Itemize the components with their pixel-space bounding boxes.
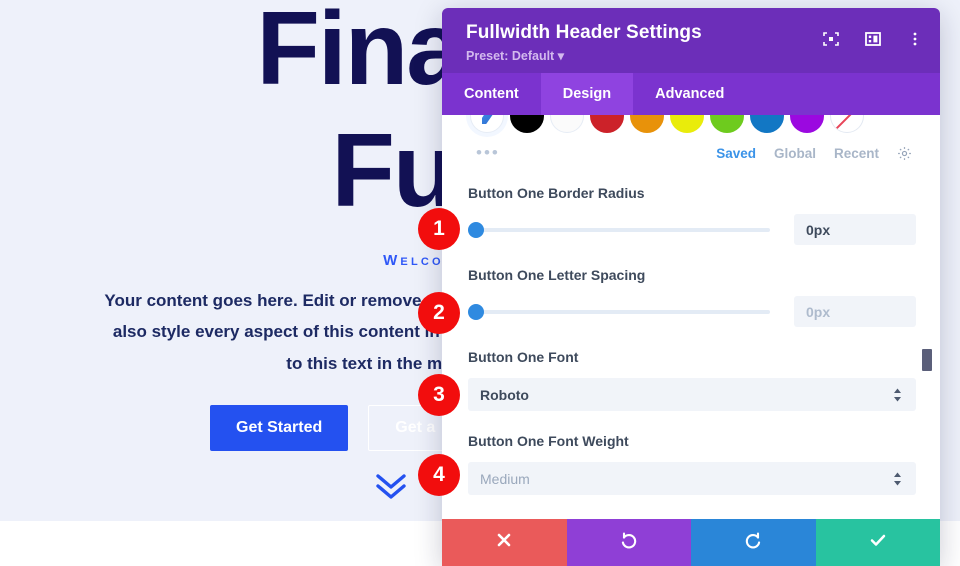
save-button[interactable]: [815, 519, 940, 566]
palette-meta-row: ••• Saved Global Recent: [468, 143, 916, 163]
swatch-orange[interactable]: [630, 115, 664, 133]
double-chevron-down-icon[interactable]: [370, 469, 412, 501]
border-radius-input[interactable]: [794, 214, 916, 245]
filter-global[interactable]: Global: [774, 146, 816, 161]
layout-panel-icon[interactable]: [864, 30, 882, 48]
callout-badge-1: 1: [418, 208, 460, 250]
modal-header: Fullwidth Header Settings Preset: Defaul…: [442, 8, 940, 73]
tab-advanced[interactable]: Advanced: [633, 73, 746, 115]
palette-filter-links: Saved Global Recent: [716, 146, 912, 161]
get-started-button[interactable]: Get Started: [210, 404, 349, 451]
cancel-button[interactable]: [442, 519, 567, 566]
more-options-dots[interactable]: •••: [468, 143, 500, 163]
panel-scrollbar-track[interactable]: [922, 115, 937, 519]
panel-scrollbar-thumb[interactable]: [922, 349, 932, 371]
gear-icon[interactable]: [897, 146, 912, 161]
modal-footer: [442, 519, 940, 566]
caret-down-icon: ▾: [557, 49, 564, 63]
settings-panel: ••• Saved Global Recent Button One Borde…: [442, 115, 940, 519]
field-button-one-letter-spacing: Button One Letter Spacing: [468, 267, 916, 327]
slider-row: [468, 296, 916, 327]
swatch-blue[interactable]: [750, 115, 784, 133]
slider-track: [468, 309, 770, 314]
custom-color-picker[interactable]: [470, 115, 504, 133]
checkmark-icon: [868, 530, 888, 555]
modal-header-icons: [822, 30, 924, 48]
callout-badge-3: 3: [418, 374, 460, 416]
settings-modal: Fullwidth Header Settings Preset: Defaul…: [442, 8, 940, 566]
swatch-none[interactable]: [830, 115, 864, 133]
field-button-one-font: Button One Font Roboto: [468, 349, 916, 411]
field-label: Button One Font Weight: [468, 433, 629, 449]
field-label: Button One Letter Spacing: [468, 267, 646, 283]
slider-thumb[interactable]: [468, 303, 484, 320]
swatch-green[interactable]: [710, 115, 744, 133]
settings-scroll-area: ••• Saved Global Recent Button One Borde…: [442, 115, 940, 519]
color-swatch-row: [468, 115, 916, 139]
callout-badge-4: 4: [418, 454, 460, 496]
swatch-black[interactable]: [510, 115, 544, 133]
swatch-red[interactable]: [590, 115, 624, 133]
filter-saved[interactable]: Saved: [716, 146, 756, 161]
screen: Finan Futu Welcome to D Your content goe…: [0, 0, 960, 566]
font-select[interactable]: Roboto: [468, 378, 916, 411]
tab-content[interactable]: Content: [442, 73, 541, 115]
swatch-yellow[interactable]: [670, 115, 704, 133]
slider-thumb[interactable]: [468, 221, 484, 238]
modal-tabs: Content Design Advanced: [442, 73, 940, 115]
letter-spacing-slider[interactable]: [468, 303, 794, 321]
swatch-purple[interactable]: [790, 115, 824, 133]
select-arrows-icon: [893, 471, 902, 486]
undo-button[interactable]: [566, 519, 691, 566]
preset-dropdown[interactable]: Preset: Default ▾: [466, 48, 922, 63]
filter-recent[interactable]: Recent: [834, 146, 879, 161]
font-select-value: Roboto: [468, 378, 916, 411]
swatch-white[interactable]: [550, 115, 584, 133]
redo-button[interactable]: [691, 519, 816, 566]
field-button-one-font-weight: Button One Font Weight Medium: [468, 433, 916, 495]
more-vertical-icon[interactable]: [906, 30, 924, 48]
select-arrows-icon: [893, 387, 902, 402]
undo-icon: [619, 530, 639, 555]
field-label: Button One Border Radius: [468, 185, 645, 201]
close-x-icon: [494, 530, 514, 555]
field-button-one-border-radius: Button One Border Radius: [468, 185, 916, 245]
slider-track: [468, 227, 770, 232]
border-radius-slider[interactable]: [468, 221, 794, 239]
preset-label: Preset: Default: [466, 49, 555, 63]
callout-badge-2: 2: [418, 292, 460, 334]
letter-spacing-input[interactable]: [794, 296, 916, 327]
focus-target-icon[interactable]: [822, 30, 840, 48]
font-weight-select[interactable]: Medium: [468, 462, 916, 495]
field-label: Button One Font: [468, 349, 579, 365]
font-weight-select-value: Medium: [468, 462, 916, 495]
redo-icon: [743, 530, 763, 555]
slider-row: [468, 214, 916, 245]
tab-design[interactable]: Design: [540, 73, 634, 115]
